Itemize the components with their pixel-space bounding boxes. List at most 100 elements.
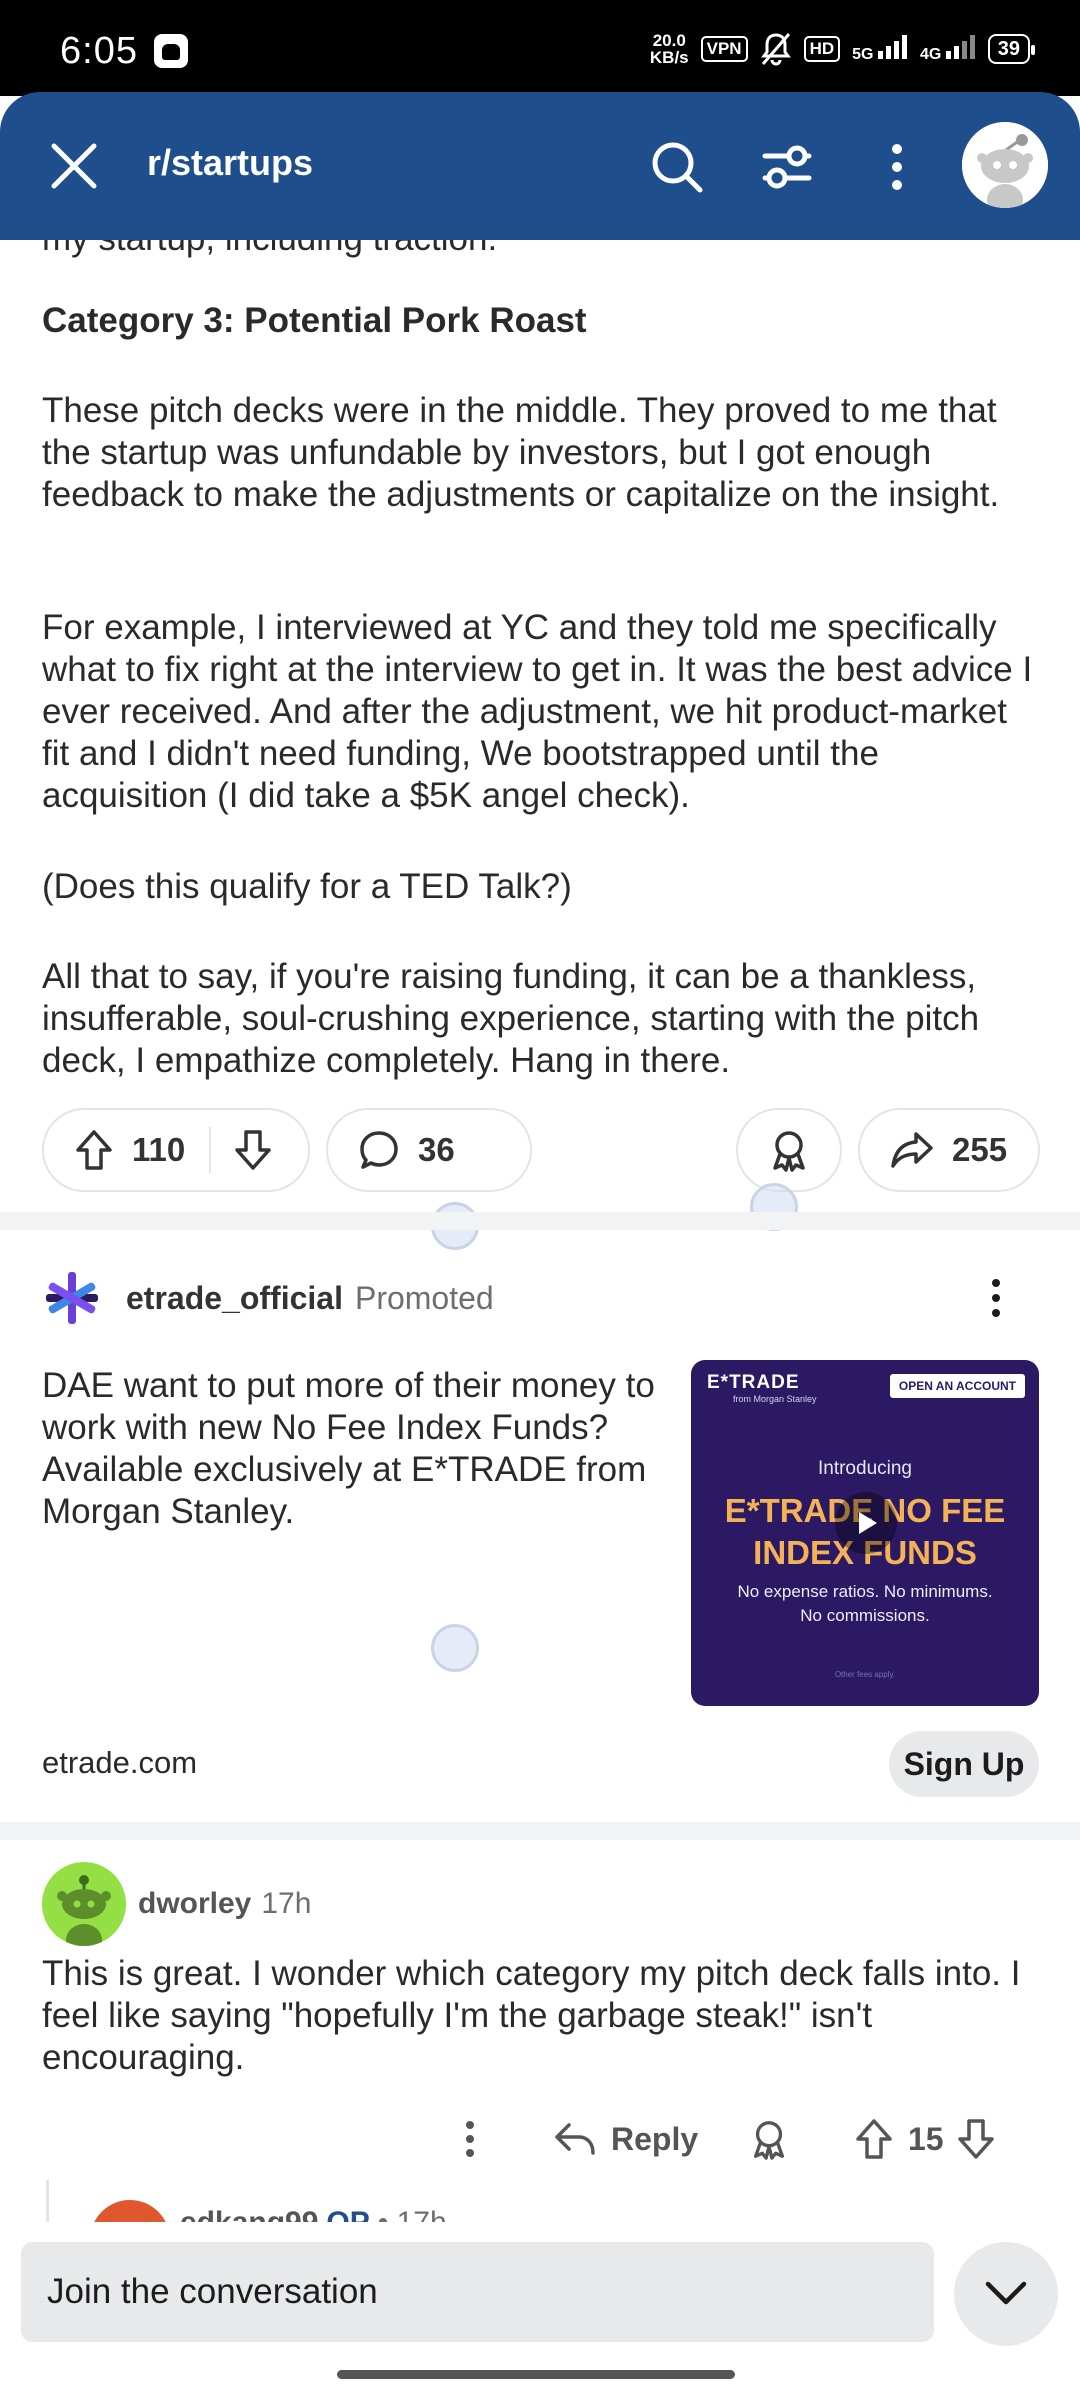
dot [992,1309,1000,1317]
promo-brand: E*TRADE [707,1372,800,1393]
share-count: 255 [952,1131,1008,1168]
reply-button[interactable]: Reply [553,2106,698,2172]
etrade-logo[interactable] [42,1268,102,1328]
promoted-header: etrade_official Promoted [42,1268,494,1328]
post-paragraph: For example, I interviewed at YC and the… [42,608,1033,815]
comment-username[interactable]: dworley [138,1887,251,1921]
filter-button[interactable] [752,132,822,202]
close-button[interactable] [44,136,104,196]
join-conversation-input[interactable]: Join the conversation [21,2242,934,2342]
comment-count: 36 [418,1131,455,1168]
snoo-avatar-icon [962,122,1048,208]
promoted-text[interactable]: DAE want to put more of their money to w… [42,1365,682,1533]
promoted-domain[interactable]: etrade.com [42,1745,197,1781]
comment-body: This is great. I wonder which category m… [42,1954,1021,2077]
promoted-tag: Promoted [354,1279,494,1316]
upvote-count: 110 [132,1131,186,1168]
play-icon [859,1512,877,1534]
promoted-video-thumbnail[interactable]: E*TRADE from Morgan Stanley OPEN AN ACCO… [691,1360,1039,1706]
play-button[interactable] [835,1492,897,1554]
network-speed-value: 20.0 [652,31,686,50]
comment-header: dworley 17h [42,1862,311,1946]
award-button[interactable] [736,1108,842,1192]
signal-4g-label: 4G [919,46,942,63]
section-divider [0,1212,1080,1230]
comment-award-button[interactable] [748,2106,790,2172]
comment-more-button[interactable] [450,2106,490,2172]
promo-subtext: No expense ratios. No minimums. No commi… [711,1580,1019,1628]
status-indicators: 20.0 KB/s VPN HD 5G 4G 39 [650,26,1036,72]
dot [992,1279,1000,1287]
dot [992,1294,1000,1302]
section-divider [0,1822,1080,1840]
touch-indicator [431,1624,479,1672]
bottom-bar: Join the conversation [0,2222,1080,2400]
reply-icon [555,2123,595,2155]
signal-bars-icon [877,35,907,59]
comment-score: 15 [908,2120,944,2157]
network-speed: 20.0 KB/s [650,32,689,66]
more-options-button[interactable] [862,132,932,202]
reply-label: Reply [611,2120,699,2157]
hd-badge: HD [803,36,841,62]
promo-subtext-line: No expense ratios. No minimums. [737,1582,993,1601]
upvote-icon[interactable] [74,1128,114,1172]
post-actions: 110 36 255 [42,1108,1040,1192]
sign-up-button[interactable]: Sign Up [889,1731,1039,1797]
signal-bars-icon [945,35,975,59]
notification-app-icon [154,34,188,68]
post-cut-line: my startup, including traction. [42,240,1042,264]
more-icon [466,2121,474,2157]
promo-fine-print: Other fees apply. [834,1670,896,1679]
promoted-more-button[interactable] [976,1268,1016,1328]
thread-line [46,2180,49,2225]
signal-5g: 5G [852,35,908,63]
snoo-avatar-icon [57,1875,111,1946]
post-heading: Category 3: Potential Pork Roast [42,301,587,340]
comment-time: 17h [261,1887,312,1920]
award-icon [773,1131,805,1172]
collapse-button[interactable] [954,2242,1058,2346]
search-icon [652,142,703,193]
mute-icon [760,33,791,66]
search-button[interactable] [642,132,712,202]
filter-icon [762,145,812,189]
comment-icon [360,1131,398,1169]
user-avatar[interactable] [962,122,1048,208]
comment-avatar[interactable] [42,1862,126,1946]
etrade-logo-icon [46,1272,98,1324]
promoted-username[interactable]: etrade_official [126,1280,343,1317]
post-paragraph: These pitch decks were in the middle. Th… [42,391,1000,514]
subreddit-header: r/startups [0,92,1080,240]
award-icon [753,2121,785,2160]
status-time: 6:05 [60,30,138,72]
promo-subtext-line: No commissions. [800,1606,930,1625]
post-paragraph: All that to say, if you're raising fundi… [42,957,980,1080]
close-icon [51,143,97,189]
promo-intro: Introducing [817,1458,912,1479]
promo-brand-sub: from Morgan Stanley [733,1394,817,1404]
vote-pill: 110 [42,1108,310,1192]
post-cut-line-text: my startup, including traction. [42,240,1042,260]
vote-separator [209,1127,212,1173]
chevron-down-icon [985,2281,1027,2305]
comments-button[interactable]: 36 [326,1108,532,1192]
downvote-icon[interactable] [233,1128,273,1172]
promo-open-account: OPEN AN ACCOUNT [889,1374,1025,1398]
upvote-icon[interactable] [854,2117,894,2161]
subreddit-title[interactable]: r/startups [147,142,313,184]
downvote-icon[interactable] [956,2117,996,2161]
network-speed-unit: KB/s [649,48,689,67]
share-icon [891,1132,933,1168]
share-button[interactable]: 255 [858,1108,1040,1192]
signal-5g-label: 5G [852,46,874,63]
home-indicator[interactable] [337,2370,735,2379]
vpn-badge: VPN [700,36,748,62]
comment-actions: Reply 15 [0,2106,1080,2172]
more-icon [892,144,902,190]
status-bar: 6:05 20.0 KB/s VPN HD 5G 4G 39 [0,0,1080,96]
signal-4g: 4G [920,35,976,63]
comment-vote: 15 [854,2106,996,2172]
post-paragraph: (Does this qualify for a TED Talk?) [42,867,572,906]
battery-indicator: 39 [987,34,1036,64]
